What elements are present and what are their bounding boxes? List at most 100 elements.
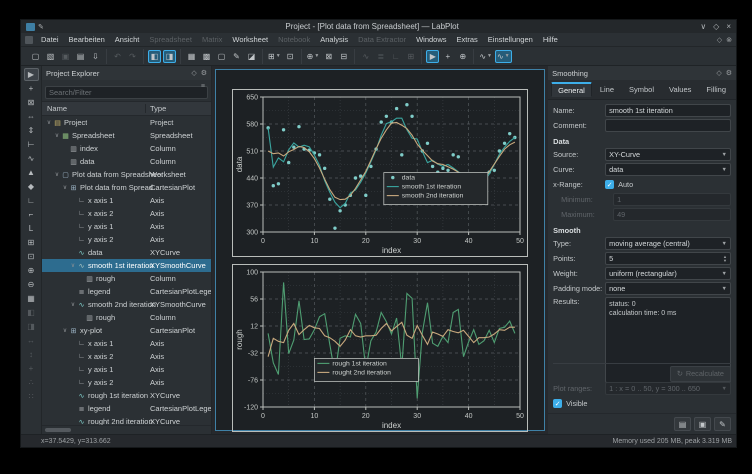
tab-filling[interactable]: Filling xyxy=(699,82,733,97)
zoom-select-button[interactable]: ⊟ xyxy=(337,50,350,63)
add-boxplot-button[interactable]: ◆ xyxy=(24,180,39,193)
smooth-style-combo[interactable]: ∿▼ xyxy=(495,50,512,63)
auto-checkbox[interactable]: ✓ xyxy=(605,180,614,189)
source-select[interactable]: XY-Curve ▼ xyxy=(605,148,731,161)
maximize-button[interactable]: ◇ xyxy=(713,22,719,31)
name-field[interactable]: smooth 1st iteration xyxy=(605,104,731,117)
tree-item-spreadsheet[interactable]: ∨▦SpreadsheetSpreadsheet xyxy=(42,129,211,142)
tree-item-rought-2nd-iteration[interactable]: ∿rought 2nd iterationXYCurve xyxy=(42,415,211,425)
menu-bearbeiten[interactable]: Bearbeiten xyxy=(64,35,110,44)
zoom-x-select-mode-button[interactable]: ⇔ xyxy=(24,110,39,123)
panel-float-icon[interactable]: ◇ xyxy=(191,69,196,77)
panel-float-icon[interactable]: ◇ xyxy=(716,69,721,77)
expander-open-icon[interactable]: ∨ xyxy=(53,171,61,178)
tab-general[interactable]: General xyxy=(551,82,592,97)
tab-symbol[interactable]: Symbol xyxy=(622,82,661,97)
mouse-select-mode-button[interactable]: ▶ xyxy=(426,50,439,63)
tree-item-y-axis-2[interactable]: ∟y axis 2Axis xyxy=(42,376,211,389)
add-histogram-button[interactable]: ▲ xyxy=(24,166,39,179)
worksheet-view[interactable]: 01020304050300370440510580650datasmooth … xyxy=(215,69,545,431)
crosshair-mode-button[interactable]: + xyxy=(441,50,454,63)
tree-item-rough[interactable]: ▥roughColumn xyxy=(42,272,211,285)
mdi-close-icon[interactable]: ⊗ xyxy=(726,36,732,44)
auto-scale-button[interactable]: ▦ xyxy=(24,292,39,305)
toggle-project-explorer-button[interactable]: ◧ xyxy=(148,50,161,63)
scrollbar-thumb[interactable] xyxy=(45,428,71,432)
new-matrix-button[interactable]: ▩ xyxy=(200,50,213,63)
export-button[interactable]: ⇩ xyxy=(89,50,102,63)
tree-item-legend[interactable]: ≣legendCartesianPlotLegend xyxy=(42,402,211,415)
menu-einstellungen[interactable]: Einstellungen xyxy=(483,35,538,44)
menu-windows[interactable]: Windows xyxy=(411,35,451,44)
cursor-mode-button[interactable]: ⊢ xyxy=(24,138,39,151)
tab-line[interactable]: Line xyxy=(593,82,621,97)
tree-item-rough-1st-iteration[interactable]: ∿rough 1st iterationXYCurve xyxy=(42,389,211,402)
add-xy-curve-button[interactable]: ∿ xyxy=(24,152,39,165)
panel-menu-icon[interactable]: ⚙ xyxy=(726,69,732,77)
template-save-button[interactable]: ▣ xyxy=(694,417,711,431)
add-axis-button[interactable]: ∟ xyxy=(24,194,39,207)
toggle-properties-dock-button[interactable]: ◨ xyxy=(163,50,176,63)
xy-plot[interactable]: 01020304050-120-76-321256100rough 1st it… xyxy=(232,264,528,432)
new-worksheet-button[interactable]: ▢ xyxy=(215,50,228,63)
panel-menu-icon[interactable]: ⚙ xyxy=(201,69,207,77)
add-y-axis-button[interactable]: L xyxy=(24,222,39,235)
expander-open-icon[interactable]: ∨ xyxy=(69,301,77,308)
open-project-button[interactable]: ▧ xyxy=(44,50,57,63)
tree-item-plot-data-from-spreadsheet[interactable]: ∨⊞Plot data from SpreadsheetCartesianPlo… xyxy=(42,181,211,194)
expander-open-icon[interactable]: ∨ xyxy=(69,262,77,269)
close-button[interactable]: × xyxy=(726,22,731,31)
search-input[interactable] xyxy=(45,86,208,99)
column-header-name[interactable]: Name xyxy=(42,104,146,113)
new-folder-button[interactable]: ◪ xyxy=(245,50,258,63)
print-button[interactable]: ▤ xyxy=(74,50,87,63)
zoom-select-mode-button[interactable]: ⊠ xyxy=(24,96,39,109)
smoothing-dock-header[interactable]: Smoothing ◇⚙ xyxy=(548,66,736,80)
horizontal-scrollbar[interactable] xyxy=(42,425,211,434)
template-apply-button[interactable]: ✎ xyxy=(714,417,731,431)
menu-analysis[interactable]: Analysis xyxy=(315,35,353,44)
tree-item-xy-plot[interactable]: ∨⊞xy-plotCartesianPlot xyxy=(42,324,211,337)
crosshair-mode-button[interactable]: + xyxy=(24,82,39,95)
expander-open-icon[interactable]: ∨ xyxy=(45,119,53,126)
tree-item-smooth-1st-iteration[interactable]: ∨∿smooth 1st iterationXYSmoothCurve xyxy=(42,259,211,272)
select-mode-button[interactable]: ▶ xyxy=(24,68,39,81)
menu-datei[interactable]: Datei xyxy=(36,35,64,44)
add-text-label-button[interactable]: ⊡ xyxy=(284,50,297,63)
new-project-button[interactable]: ▢ xyxy=(29,50,42,63)
recalculate-button[interactable]: ↻ Recalculate xyxy=(670,366,731,382)
mdi-restore-icon[interactable]: ◇ xyxy=(717,36,722,44)
tree-item-y-axis-1[interactable]: ∟y axis 1Axis xyxy=(42,220,211,233)
menu-extras[interactable]: Extras xyxy=(452,35,483,44)
tree-item-plot-data-from-spreadsheet[interactable]: ∨▢Plot data from SpreadsheetWorksheet xyxy=(42,168,211,181)
new-spreadsheet-button[interactable]: ▦ xyxy=(185,50,198,63)
expander-open-icon[interactable]: ∨ xyxy=(61,184,69,191)
curve-select[interactable]: data ▼ xyxy=(605,163,731,176)
add-plot-button[interactable]: ⊞▼ xyxy=(267,50,282,63)
tree-item-data[interactable]: ▥dataColumn xyxy=(42,155,211,168)
zoom-in-button[interactable]: ⊕ xyxy=(24,264,39,277)
template-load-button[interactable]: ▤ xyxy=(674,417,691,431)
tree-item-project[interactable]: ∨▤ProjectProject xyxy=(42,116,211,129)
column-header-type[interactable]: Type xyxy=(146,104,211,113)
tree-item-smooth-2nd-iteration[interactable]: ∨∿smooth 2nd iterationXYSmoothCurve xyxy=(42,298,211,311)
curve-style-combo[interactable]: ∿▼ xyxy=(478,50,493,63)
zoom-y-select-mode-button[interactable]: ⇕ xyxy=(24,124,39,137)
zoom-fit-button[interactable]: ⊠ xyxy=(322,50,335,63)
tree-item-x-axis-1[interactable]: ∟x axis 1Axis xyxy=(42,337,211,350)
type-select[interactable]: moving average (central) ▼ xyxy=(605,237,731,250)
new-note-button[interactable]: ✎ xyxy=(230,50,243,63)
zoom-mode-button[interactable]: ⊕ xyxy=(456,50,469,63)
padding-mode-select[interactable]: none ▼ xyxy=(605,282,731,295)
tree-item-data[interactable]: ∿dataXYCurve xyxy=(42,246,211,259)
weight-select[interactable]: uniform (rectangular) ▼ xyxy=(605,267,731,280)
tree-item-legend[interactable]: ≣legendCartesianPlotLegend xyxy=(42,285,211,298)
expander-open-icon[interactable]: ∨ xyxy=(61,327,69,334)
plot-data-from-spreadsheet[interactable]: 01020304050300370440510580650datasmooth … xyxy=(232,89,528,257)
add-legend-button[interactable]: ⊞ xyxy=(24,236,39,249)
tree-columns-header[interactable]: Name Type xyxy=(42,101,211,116)
filter-options-icon[interactable]: ≡ xyxy=(201,83,205,90)
expander-open-icon[interactable]: ∨ xyxy=(53,132,61,139)
add-x-axis-button[interactable]: ⌐ xyxy=(24,208,39,221)
tree-item-x-axis-2[interactable]: ∟x axis 2Axis xyxy=(42,350,211,363)
